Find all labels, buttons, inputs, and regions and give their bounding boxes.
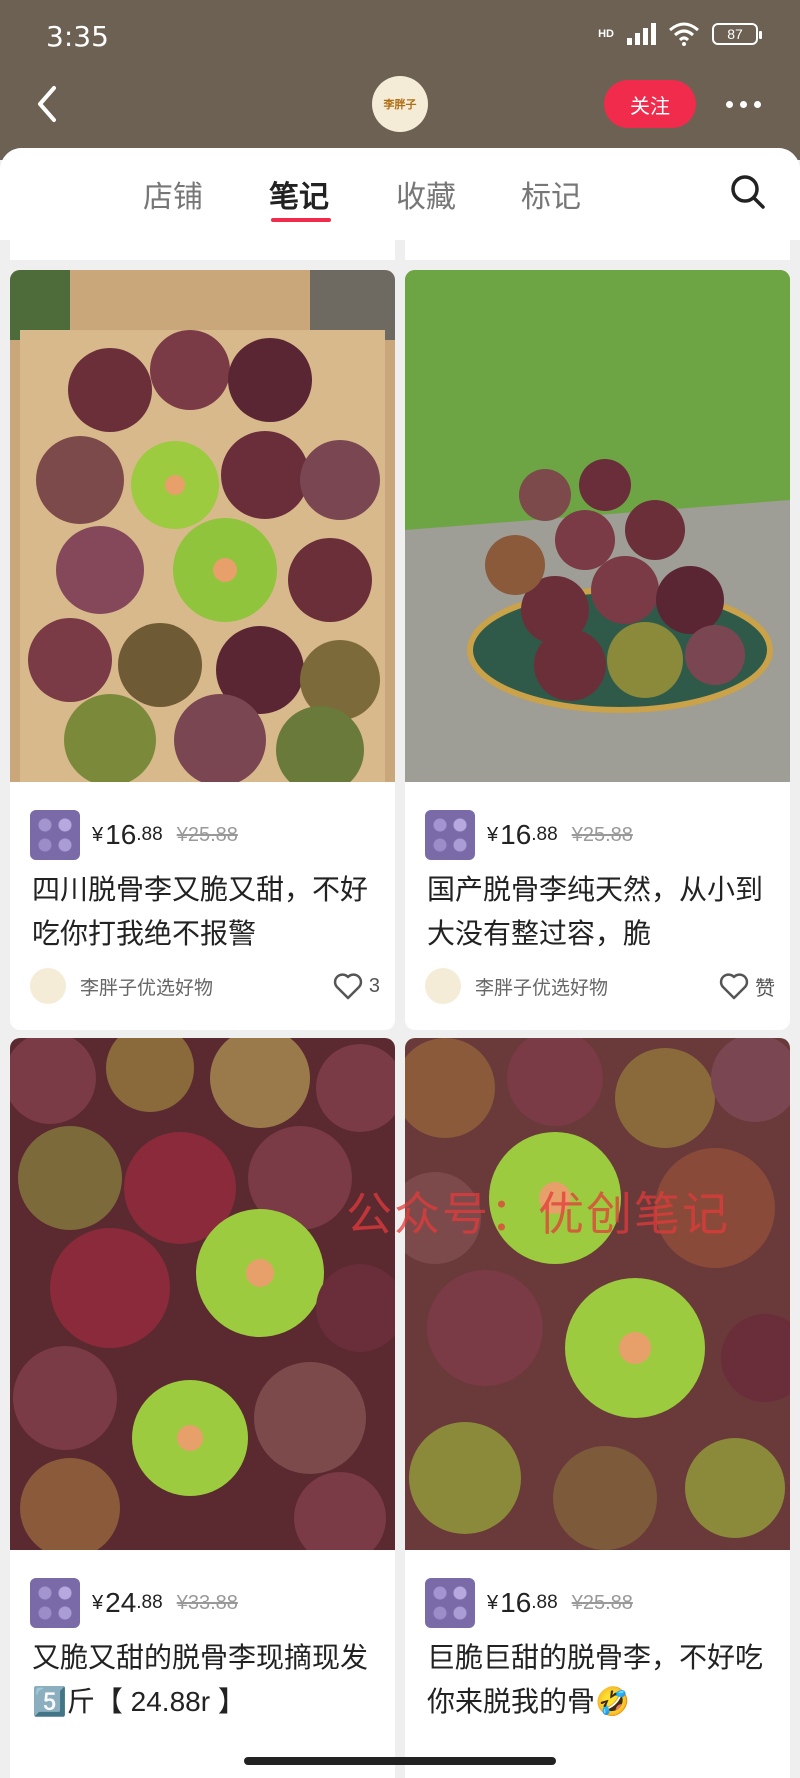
product-thumbnail[interactable] [425,810,475,860]
price-decimal: .88 [136,824,163,845]
author-name[interactable]: 李胖子优选好物 [80,973,333,1000]
price-integer: 16 [500,1587,532,1618]
top-bar: 3:35 HD 87 李胖子 关注 [0,0,800,160]
content-panel: 店铺 笔记 收藏 标记 ¥ 16 .88 ¥25.88 四川脱骨李又脆又甜，不好… [0,148,800,1778]
plums-closeup-image[interactable] [405,1038,790,1550]
active-tab-indicator [271,218,331,222]
plums-in-box-image[interactable] [10,270,395,782]
currency-symbol: ¥ [92,1591,104,1614]
price-integer: 16 [105,819,137,850]
tab-shop[interactable]: 店铺 [143,172,203,216]
currency-symbol: ¥ [487,823,499,846]
search-icon[interactable] [728,172,768,212]
tab-favorites[interactable]: 收藏 [396,172,456,216]
note-card[interactable]: ¥ 16 .88 ¥25.88 四川脱骨李又脆又甜，不好吃你打我绝不报警 李胖子… [10,270,395,1030]
tab-bar: 店铺 笔记 收藏 标记 [0,148,800,240]
note-title[interactable]: 巨脆巨甜的脱骨李，不好吃你来脱我的骨🤣 [427,1636,777,1724]
currency-symbol: ¥ [92,823,104,846]
heart-icon [719,973,749,1000]
original-price: ¥25.88 [571,823,633,846]
status-icons: HD 87 [598,22,762,46]
note-title[interactable]: 国产脱骨李纯天然，从小到大没有整过容，脆 [427,868,777,956]
product-thumbnail[interactable] [30,1578,80,1628]
note-card[interactable]: ¥ 16 .88 ¥25.88 国产脱骨李纯天然，从小到大没有整过容，脆 李胖子… [405,270,790,1030]
shop-logo-text: 李胖子 [383,99,417,111]
shop-logo[interactable]: 李胖子 [372,76,428,132]
like-count: 3 [368,974,380,997]
price-decimal: .88 [136,1592,163,1613]
heart-icon [333,973,363,1000]
plums-pile-image[interactable] [10,1038,395,1550]
price-row: ¥ 16 .88 ¥25.88 [425,1578,633,1628]
note-title[interactable]: 四川脱骨李又脆又甜，不好吃你打我绝不报警 [32,868,382,956]
battery-level: 87 [727,26,743,42]
price-decimal: .88 [531,824,558,845]
price-decimal: .88 [531,1592,558,1613]
price-row: ¥ 16 .88 ¥25.88 [425,810,633,860]
signal-icon [627,23,656,45]
original-price: ¥25.88 [176,823,238,846]
previous-card-bottom [10,240,395,260]
author-name[interactable]: 李胖子优选好物 [475,973,719,1000]
hd-badge: HD [598,28,614,40]
follow-button[interactable]: 关注 [604,80,696,128]
battery-icon: 87 [712,23,762,45]
author-avatar[interactable] [425,968,461,1004]
plums-on-plate-image[interactable] [405,270,790,782]
product-thumbnail[interactable] [425,1578,475,1628]
more-options-icon[interactable] [726,96,766,112]
status-time: 3:35 [46,20,109,53]
author-row: 李胖子优选好物 3 [30,966,380,1006]
home-indicator[interactable] [244,1757,556,1765]
like-count: 赞 [755,977,775,1000]
price-integer: 16 [500,819,532,850]
wifi-icon [669,22,699,46]
original-price: ¥25.88 [571,1591,633,1614]
original-price: ¥33.88 [176,1591,238,1614]
back-icon[interactable] [30,84,66,124]
note-card[interactable]: ¥ 24 .88 ¥33.88 又脆又甜的脱骨李现摘现发5️⃣斤【 24.88r… [10,1038,395,1778]
product-thumbnail[interactable] [30,810,80,860]
author-row: 李胖子优选好物 赞 [425,966,775,1006]
like-button[interactable]: 赞 [719,972,775,1001]
note-card[interactable]: ¥ 16 .88 ¥25.88 巨脆巨甜的脱骨李，不好吃你来脱我的骨🤣 [405,1038,790,1778]
author-avatar[interactable] [30,968,66,1004]
note-title[interactable]: 又脆又甜的脱骨李现摘现发5️⃣斤【 24.88r 】 [32,1636,382,1724]
tab-marks[interactable]: 标记 [521,172,581,216]
tab-notes[interactable]: 笔记 [269,172,329,216]
price-row: ¥ 16 .88 ¥25.88 [30,810,238,860]
currency-symbol: ¥ [487,1591,499,1614]
price-row: ¥ 24 .88 ¥33.88 [30,1578,238,1628]
watermark-text: 公众号：优创笔记 [346,1187,730,1241]
price-integer: 24 [105,1587,137,1618]
like-button[interactable]: 3 [333,972,380,1000]
previous-card-bottom [405,240,790,260]
